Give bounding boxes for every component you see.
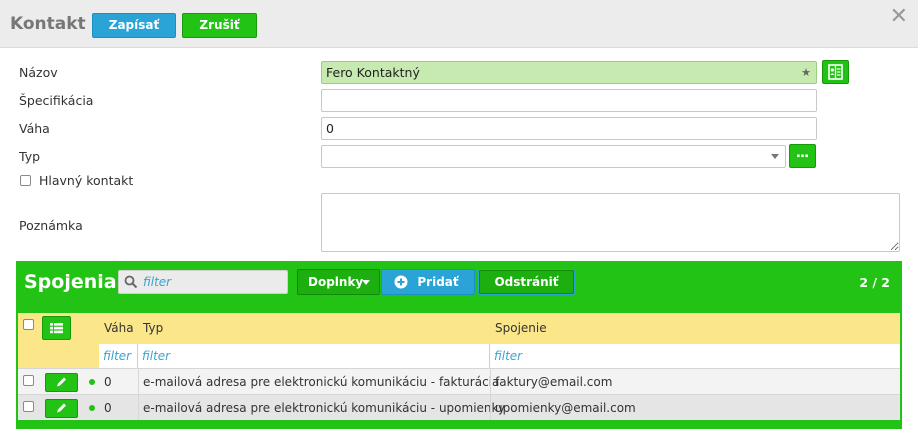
row-weight: 0 xyxy=(104,401,112,415)
plus-circle-icon xyxy=(394,275,408,289)
column-header-connection[interactable]: Spojenie xyxy=(495,313,547,344)
filter-type-input[interactable]: filter xyxy=(138,344,490,368)
grid-filter-placeholder: filter xyxy=(143,275,172,289)
pencil-icon xyxy=(57,403,66,413)
save-button[interactable]: Zapísať xyxy=(92,13,176,38)
row-connection: upomienky@email.com xyxy=(495,401,636,415)
row-type: e-mailová adresa pre elektronickú komuni… xyxy=(143,401,506,415)
connections-table: Váha Typ Spojenie filter filter filter 0… xyxy=(18,313,900,420)
record-count: 2 / 2 xyxy=(859,275,890,290)
cancel-button[interactable]: Zrušiť xyxy=(182,13,257,38)
status-dot-icon xyxy=(89,379,95,385)
row-connection: faktury@email.com xyxy=(495,375,613,389)
search-icon xyxy=(124,275,138,289)
filter-weight-input[interactable]: filter xyxy=(99,344,138,368)
close-icon[interactable]: ✕ xyxy=(890,6,908,28)
row-checkbox[interactable] xyxy=(23,401,34,412)
extras-button[interactable]: Doplnky xyxy=(297,269,380,295)
table-header-row: Váha Typ Spojenie xyxy=(18,313,900,344)
spec-input[interactable] xyxy=(321,89,817,112)
row-type: e-mailová adresa pre elektronickú komuni… xyxy=(143,375,500,389)
type-label: Typ xyxy=(19,149,41,164)
main-contact-label: Hlavný kontakt xyxy=(39,173,134,188)
chevron-down-icon xyxy=(362,280,370,285)
column-divider xyxy=(490,369,491,394)
filter-connection-input[interactable]: filter xyxy=(490,344,900,368)
edit-button[interactable] xyxy=(45,373,78,392)
column-header-weight[interactable]: Váha xyxy=(104,313,134,344)
select-all-checkbox[interactable] xyxy=(23,319,34,330)
ellipsis-icon xyxy=(797,154,808,158)
column-chooser-button[interactable] xyxy=(42,316,71,340)
name-label: Názov xyxy=(19,65,58,80)
table-row[interactable]: 0 e-mailová adresa pre elektronickú komu… xyxy=(18,368,900,394)
main-contact-checkbox[interactable] xyxy=(20,175,31,186)
address-book-button[interactable] xyxy=(822,60,849,84)
weight-input[interactable]: 0 xyxy=(321,117,817,140)
grid-filter-input[interactable]: filter xyxy=(118,270,288,294)
table-row[interactable]: 0 e-mailová adresa pre elektronickú komu… xyxy=(18,394,900,420)
dropdown-caret-icon xyxy=(771,154,779,159)
spec-label: Špecifikácia xyxy=(19,93,94,108)
connections-grid: Spojenia filter Doplnky Pridať Odstrániť… xyxy=(16,261,902,429)
column-header-type[interactable]: Typ xyxy=(143,313,163,344)
dialog-header: Kontakt Zapísať Zrušiť ✕ xyxy=(0,0,918,48)
edit-button[interactable] xyxy=(45,399,78,418)
table-filter-row: filter filter filter xyxy=(18,344,900,368)
name-value: Fero Kontaktný xyxy=(326,65,420,80)
note-label: Poznámka xyxy=(19,218,83,233)
status-dot-icon xyxy=(89,405,95,411)
name-field[interactable]: Fero Kontaktný ★ xyxy=(321,61,817,84)
remove-button[interactable]: Odstrániť xyxy=(478,269,575,295)
type-more-button[interactable] xyxy=(789,144,816,168)
dialog-title: Kontakt xyxy=(10,14,86,34)
list-icon xyxy=(50,323,63,334)
add-label: Pridať xyxy=(417,275,459,289)
extras-label: Doplnky xyxy=(308,275,364,289)
row-weight: 0 xyxy=(104,375,112,389)
column-divider xyxy=(490,395,491,420)
pencil-icon xyxy=(57,377,66,387)
note-textarea[interactable] xyxy=(321,193,900,252)
grid-title: Spojenia xyxy=(24,271,117,293)
column-divider xyxy=(138,395,139,420)
column-divider xyxy=(138,369,139,394)
weight-label: Váha xyxy=(19,121,50,136)
row-checkbox[interactable] xyxy=(23,375,34,386)
type-select[interactable] xyxy=(321,145,786,168)
address-book-icon xyxy=(828,64,843,80)
star-icon[interactable]: ★ xyxy=(801,62,811,83)
add-button[interactable]: Pridať xyxy=(381,269,475,295)
